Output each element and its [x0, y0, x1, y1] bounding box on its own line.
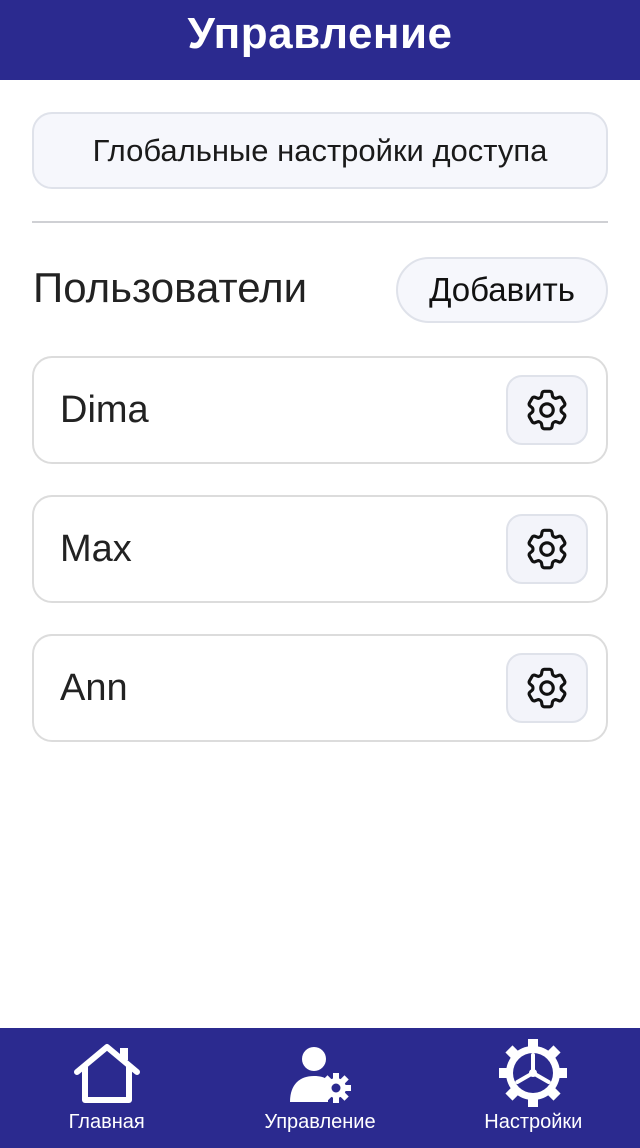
bottom-navigation: Главная Управление Настройки [0, 1028, 640, 1148]
app-header: Управление [0, 0, 640, 80]
settings-wheel-icon [499, 1039, 568, 1107]
gear-icon [527, 667, 567, 709]
nav-item-home[interactable]: Главная [0, 1028, 213, 1148]
user-settings-button[interactable] [506, 375, 588, 445]
user-list: Dima Max Ann [32, 356, 608, 773]
nav-item-management[interactable]: Управление [213, 1028, 426, 1148]
user-name: Dima [60, 388, 149, 431]
nav-label: Главная [68, 1111, 145, 1133]
nav-label: Настройки [484, 1111, 583, 1133]
divider [32, 221, 608, 223]
page-title: Управление [187, 9, 453, 58]
user-card[interactable]: Dima [32, 356, 608, 464]
user-gear-icon [289, 1047, 351, 1103]
add-user-button[interactable]: Добавить [396, 257, 608, 323]
nav-label: Управление [264, 1111, 376, 1133]
user-settings-button[interactable] [506, 653, 588, 723]
users-section-title: Пользователи [33, 264, 308, 311]
gear-icon [527, 528, 567, 570]
gear-icon [527, 389, 567, 431]
global-access-settings-button[interactable]: Глобальные настройки доступа [32, 112, 608, 189]
home-icon [73, 1044, 140, 1103]
user-settings-button[interactable] [506, 514, 588, 584]
user-name: Max [60, 527, 132, 570]
user-card[interactable]: Max [32, 495, 608, 603]
nav-item-settings[interactable]: Настройки [427, 1028, 640, 1148]
user-name: Ann [60, 666, 128, 709]
user-card[interactable]: Ann [32, 634, 608, 742]
